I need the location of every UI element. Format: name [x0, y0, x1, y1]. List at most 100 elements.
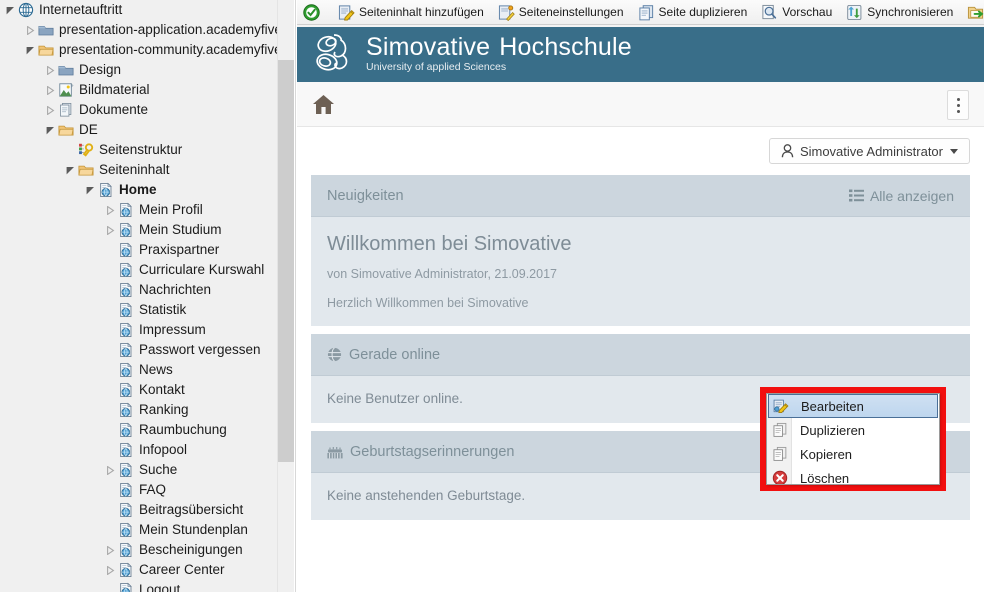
tree-item-kontakt[interactable]: Kontakt [0, 380, 277, 400]
page-settings-button[interactable]: Seiteneinstellungen [492, 0, 630, 24]
tree-item-praxispartner[interactable]: Praxispartner [0, 240, 277, 260]
context-menu-item-duplizieren[interactable]: Duplizieren [767, 418, 939, 442]
tree-item-news[interactable]: News [0, 360, 277, 380]
home-icon[interactable] [311, 92, 335, 116]
page-globe-icon [117, 541, 135, 559]
page-globe-icon [117, 381, 135, 399]
tree-item-curriculare-kurswahl[interactable]: Curriculare Kurswahl [0, 260, 277, 280]
birthday-panel-title: Geburtstagserinnerungen [350, 443, 515, 460]
tree-item-faq[interactable]: FAQ [0, 480, 277, 500]
tree-item-beitrags-bersicht[interactable]: Beitragsübersicht [0, 500, 277, 520]
tree-item-label: Seitenstruktur [99, 142, 183, 157]
tree-item-label: Raumbuchung [139, 422, 227, 437]
browser-content-area: Seiteninhalt hinzufügen Seiteneinstellung… [297, 0, 984, 592]
tree-item-career-center[interactable]: Career Center [0, 560, 277, 580]
synchronize-button-label: Synchronisieren [867, 5, 954, 19]
page-globe-icon [117, 521, 135, 539]
publish-button[interactable]: Publizieren [961, 0, 984, 24]
tree-item-presentation-application-academyfive[interactable]: presentation-application.academyfive [0, 20, 277, 40]
tree-item-seiteninhalt[interactable]: Seiteninhalt [0, 160, 277, 180]
triangle-right-icon[interactable] [103, 200, 117, 220]
page-globe-icon [117, 261, 135, 279]
triangle-right-icon[interactable] [43, 100, 57, 120]
news-show-all-label: Alle anzeigen [869, 187, 954, 204]
status-ok-icon[interactable] [297, 0, 330, 24]
synchronize-button[interactable]: Synchronisieren [840, 0, 959, 24]
tree-item-ranking[interactable]: Ranking [0, 400, 277, 420]
triangle-down-icon[interactable] [83, 180, 97, 200]
tree-item-bescheinigungen[interactable]: Bescheinigungen [0, 540, 277, 560]
tree-item-de[interactable]: DE [0, 120, 277, 140]
tree-item-infopool[interactable]: Infopool [0, 440, 277, 460]
key-icon [77, 141, 95, 159]
simovative-logo-icon [311, 31, 357, 77]
user-menu-button[interactable]: Simovative Administrator [768, 138, 970, 164]
tree-item-presentation-community-academyfive[interactable]: presentation-community.academyfive [0, 40, 277, 60]
tree-item-nachrichten[interactable]: Nachrichten [0, 280, 277, 300]
triangle-right-icon[interactable] [103, 220, 117, 240]
triangle-right-icon[interactable] [43, 80, 57, 100]
tree-vertical-scrollbar[interactable] [277, 0, 294, 592]
duplicate-page-button[interactable]: Seite duplizieren [632, 0, 754, 24]
page-settings-button-label: Seiteneinstellungen [518, 5, 624, 19]
triangle-down-icon[interactable] [43, 120, 57, 140]
context-menu-item-kopieren[interactable]: Kopieren [767, 442, 939, 466]
tree-item-label: Mein Studium [139, 222, 222, 237]
tree-item-label: Design [79, 62, 122, 77]
context-menu-item-label: Kopieren [800, 446, 853, 462]
tree-item-design[interactable]: Design [0, 60, 277, 80]
page-globe-icon [117, 281, 135, 299]
page-globe-icon [117, 221, 135, 239]
context-menu-item-bearbeiten[interactable]: Bearbeiten [768, 394, 938, 418]
tree-item-label: Bescheinigungen [139, 542, 243, 557]
tree-item-label: Career Center [139, 562, 225, 577]
tree-item-bildmaterial[interactable]: Bildmaterial [0, 80, 277, 100]
context-menu-item-l-schen[interactable]: Löschen [767, 466, 939, 484]
tree-item-home[interactable]: Home [0, 180, 277, 200]
triangle-right-icon[interactable] [43, 60, 57, 80]
tree-item-raumbuchung[interactable]: Raumbuchung [0, 420, 277, 440]
tree-item-label: Home [119, 182, 157, 197]
news-item-meta: von Simovative Administrator, 21.09.2017 [327, 267, 557, 281]
tree-item-statistik[interactable]: Statistik [0, 300, 277, 320]
news-show-all-link[interactable]: Alle anzeigen [848, 187, 954, 204]
news-panel-header: Neuigkeiten Alle anzeigen [311, 175, 970, 217]
triangle-down-icon[interactable] [23, 40, 37, 60]
triangle-down-icon[interactable] [3, 0, 17, 20]
site-tree: Internetauftritt presentation-application… [0, 0, 277, 592]
page-globe-icon [117, 241, 135, 259]
tree-item-seitenstruktur[interactable]: Seitenstruktur [0, 140, 277, 160]
news-item-title: Willkommen bei Simovative [327, 233, 572, 255]
add-page-content-button[interactable]: Seiteninhalt hinzufügen [332, 0, 490, 24]
tree-item-label: Mein Profil [139, 202, 203, 217]
triangle-right-icon[interactable] [23, 20, 37, 40]
tree-item-mein-profil[interactable]: Mein Profil [0, 200, 277, 220]
tree-item-impressum[interactable]: Impressum [0, 320, 277, 340]
page-globe-icon [117, 421, 135, 439]
tree-item-logout[interactable]: Logout [0, 580, 277, 592]
tree-item-passwort-vergessen[interactable]: Passwort vergessen [0, 340, 277, 360]
triangle-right-icon[interactable] [103, 540, 117, 560]
add-page-content-icon [338, 4, 355, 21]
news-panel-body: Willkommen bei Simovative von Simovative… [311, 217, 970, 326]
tree-item-mein-stundenplan[interactable]: Mein Stundenplan [0, 520, 277, 540]
tree-item-mein-studium[interactable]: Mein Studium [0, 220, 277, 240]
tree-item-label: Curriculare Kurswahl [139, 262, 265, 277]
image-icon [57, 81, 75, 99]
online-users-panel-title: Gerade online [349, 346, 441, 363]
triangle-right-icon[interactable] [103, 460, 117, 480]
triangle-right-icon[interactable] [103, 560, 117, 580]
tree-item-label: Internetauftritt [39, 2, 123, 17]
triangle-down-icon[interactable] [63, 160, 77, 180]
tree-vertical-scrollbar-thumb[interactable] [278, 60, 294, 462]
person-icon [781, 144, 794, 158]
tree-item-label: DE [79, 122, 98, 137]
copy-pages-icon [767, 442, 792, 466]
tree-item-suche[interactable]: Suche [0, 460, 277, 480]
page-options-kebab-button[interactable] [947, 90, 969, 120]
tree-item-internetauftritt[interactable]: Internetauftritt [0, 0, 277, 20]
preview-button[interactable]: Vorschau [755, 0, 838, 24]
tree-item-dokumente[interactable]: Dokumente [0, 100, 277, 120]
page-globe-icon [117, 561, 135, 579]
pane-divider[interactable] [294, 0, 296, 592]
